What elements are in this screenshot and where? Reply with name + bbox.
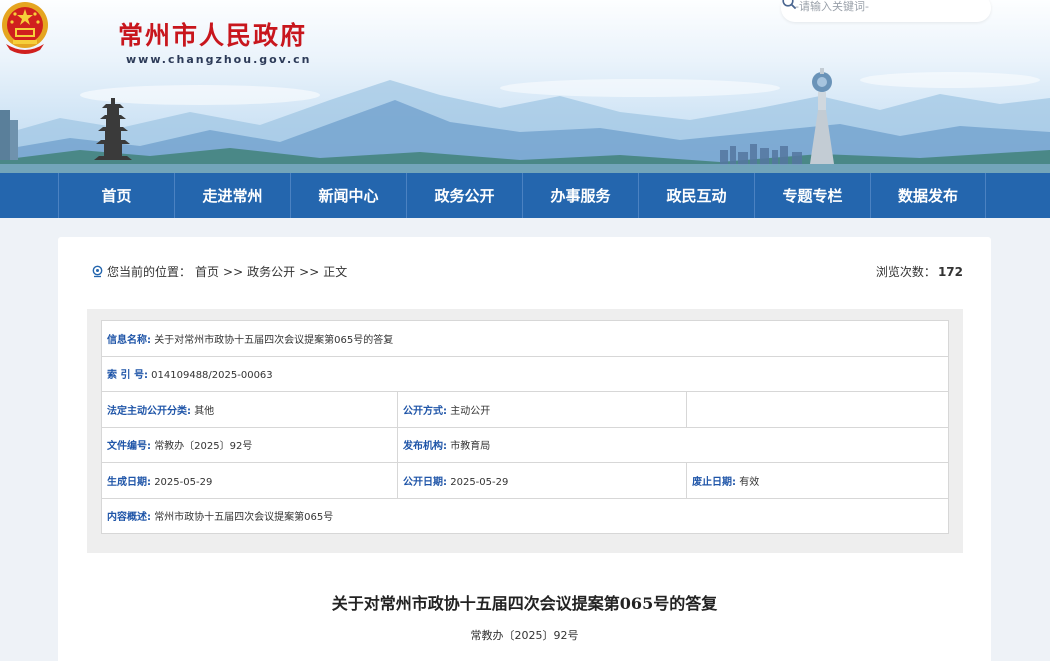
info-summary-label: 内容概述: <box>107 512 151 524</box>
location-icon <box>92 265 103 278</box>
document-title: 关于对常州市政协十五届四次会议提案第065号的答复 <box>331 594 718 613</box>
main-nav: 首页 走进常州 新闻中心 政务公开 办事服务 政民互动 专题专栏 数据发布 <box>0 173 1050 218</box>
nav-item-topics[interactable]: 专题专栏 <box>754 173 870 218</box>
nav-item-services[interactable]: 办事服务 <box>522 173 638 218</box>
breadcrumb-separator: >> <box>299 264 320 279</box>
info-category-value: 其他 <box>194 405 215 417</box>
view-count-value: 172 <box>937 265 963 279</box>
info-docno-value: 常教办〔2025〕92号 <box>154 441 253 453</box>
site-title: 常州市人民政府 <box>118 21 308 50</box>
info-summary-value: 常州市政协十五届四次会议提案第065号 <box>154 512 334 524</box>
info-table: 信息名称: 关于对常州市政协十五届四次会议提案第065号的答复 索 引 号: 0… <box>100 320 949 534</box>
content-card: 您当前的位置： 首页 >> 政务公开 >> 正文 浏览次数： 172 信息名称: … <box>58 237 991 661</box>
info-index-label: 索 引 号: <box>107 370 148 382</box>
breadcrumb: 您当前的位置： 首页 >> 政务公开 >> 正文 <box>91 263 347 280</box>
view-count-label: 浏览次数： <box>875 265 936 279</box>
nav-item-gov-affairs[interactable]: 政务公开 <box>406 173 522 218</box>
info-name-label: 信息名称: <box>107 334 151 346</box>
info-date-value: 2025-05-29 <box>154 476 213 488</box>
table-row: 信息名称: 关于对常州市政协十五届四次会议提案第065号的答复 <box>101 320 949 357</box>
info-pubdate-value: 2025-05-29 <box>450 476 509 488</box>
table-row: 索 引 号: 014109488/2025-00063 <box>101 355 949 392</box>
site-url: www.changzhou.gov.cn <box>126 53 312 66</box>
breadcrumb-current: 正文 <box>323 265 348 279</box>
nav-item-home[interactable]: 首页 <box>58 173 174 218</box>
breadcrumb-gov-affairs[interactable]: 政务公开 <box>247 263 295 280</box>
breadcrumb-home[interactable]: 首页 <box>195 263 219 280</box>
table-row: 法定主动公开分类: 其他 公开方式: 主动公开 <box>100 391 949 428</box>
info-name-value: 关于对常州市政协十五届四次会议提案第065号的答复 <box>154 334 394 346</box>
info-pubdate-label: 公开日期: <box>403 476 448 488</box>
info-org-value: 市教育局 <box>450 441 491 453</box>
breadcrumb-prefix: 您当前的位置： <box>107 265 192 279</box>
info-date-label: 生成日期: <box>107 476 151 488</box>
info-category-label: 法定主动公开分类: <box>107 405 191 417</box>
view-count: 浏览次数： 172 <box>876 263 963 280</box>
search-input[interactable] <box>795 0 955 13</box>
info-method-label: 公开方式: <box>403 405 448 417</box>
table-row: 内容概述: 常州市政协十五届四次会议提案第065号 <box>101 497 949 534</box>
info-expire-value: 有效 <box>739 476 760 488</box>
nav-item-interaction[interactable]: 政民互动 <box>638 173 754 218</box>
table-row: 文件编号: 常教办〔2025〕92号 发布机构: 市教育局 <box>100 426 949 463</box>
info-expire-label: 废止日期: <box>692 476 737 488</box>
table-row: 生成日期: 2025-05-29 公开日期: 2025-05-29 废止日期: … <box>100 462 949 499</box>
nav-item-data[interactable]: 数据发布 <box>870 173 986 218</box>
search-icon[interactable] <box>781 0 797 10</box>
document-number: 常教办〔2025〕92号 <box>470 629 579 642</box>
info-method-value: 主动公开 <box>450 405 491 417</box>
info-index-value: 014109488/2025-00063 <box>151 370 273 382</box>
nav-item-news[interactable]: 新闻中心 <box>290 173 406 218</box>
info-org-label: 发布机构: <box>403 441 448 453</box>
search-box <box>781 0 991 22</box>
breadcrumb-separator: >> <box>223 264 244 279</box>
info-empty-cell <box>686 391 949 428</box>
info-docno-label: 文件编号: <box>107 441 151 453</box>
header-banner: 常州市人民政府 www.changzhou.gov.cn <box>0 0 1050 173</box>
info-panel: 信息名称: 关于对常州市政协十五届四次会议提案第065号的答复 索 引 号: 0… <box>87 309 963 553</box>
nav-item-about-changzhou[interactable]: 走进常州 <box>174 173 290 218</box>
national-emblem-icon <box>2 2 48 54</box>
